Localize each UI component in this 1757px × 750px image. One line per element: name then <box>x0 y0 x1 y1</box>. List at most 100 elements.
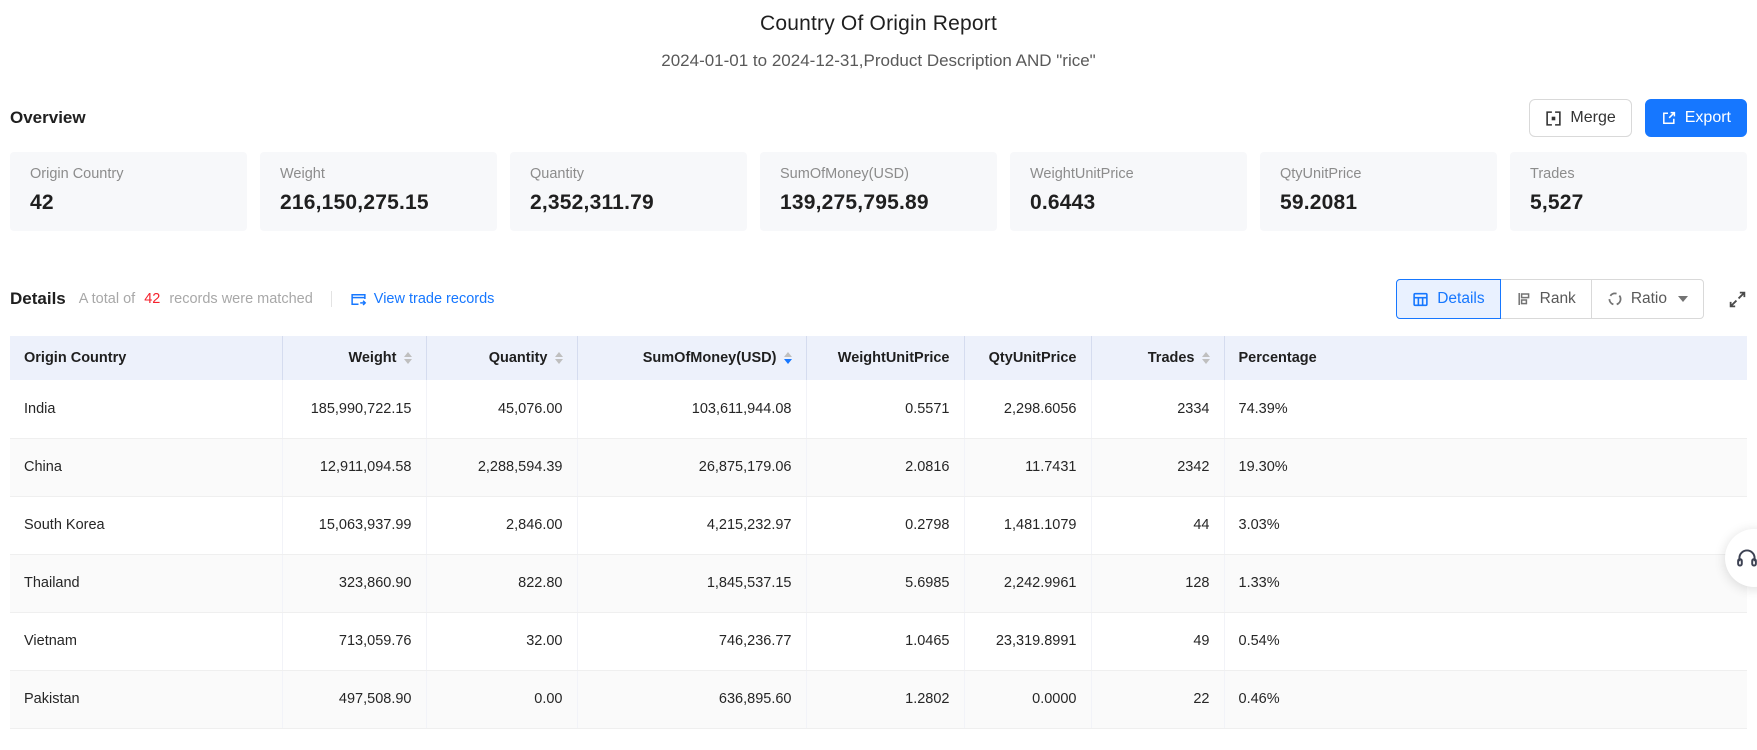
sort-icon[interactable] <box>783 351 792 365</box>
column-label: Origin Country <box>24 350 127 366</box>
column-header-weight[interactable]: Weight <box>282 336 427 380</box>
report-subtitle: 2024-01-01 to 2024-12-31,Product Descrip… <box>661 51 1096 70</box>
column-header-percentage: Percentage <box>1224 336 1747 380</box>
stat-card-label: Weight <box>280 166 325 182</box>
cell-qtyunitprice: 23,319.8991 <box>964 612 1092 671</box>
cell-origin-country: Vietnam <box>10 612 283 671</box>
cell-sumofmoney-usd: 4,215,232.97 <box>577 496 807 555</box>
table-row-india[interactable]: India 185,990,722.15 45,076.00 103,611,944.… <box>10 380 1747 439</box>
stat-card-value: 0.6443 <box>1030 191 1096 214</box>
stat-card-value: 5,527 <box>1530 191 1584 214</box>
cell-weightunitprice: 5.6985 <box>806 554 965 613</box>
table-row-thailand[interactable]: Thailand 323,860.90 822.80 1,845,537.15 5.69… <box>10 554 1747 613</box>
sort-icon[interactable] <box>403 351 412 365</box>
stat-card-weight: Weight 216,150,275.15 <box>260 152 497 231</box>
match-suffix: records were matched <box>169 291 313 307</box>
cell-trades: 2342 <box>1091 438 1225 497</box>
column-label: SumOfMoney(USD) <box>642 350 777 366</box>
sort-icon[interactable] <box>1201 351 1210 365</box>
table-row-vietnam[interactable]: Vietnam 713,059.76 32.00 746,236.77 1.0465 23… <box>10 612 1747 671</box>
column-header-origin-country: Origin Country <box>10 336 283 380</box>
stat-card-value: 59.2081 <box>1280 191 1358 214</box>
table-row-china[interactable]: China 12,911,094.58 2,288,594.39 26,875,179… <box>10 438 1747 497</box>
overview-cards: Origin Country 42 Weight 216,150,275.15 … <box>10 152 1747 231</box>
stat-card-label: Quantity <box>530 166 584 182</box>
view-switcher: Details Rank Ratio <box>1396 279 1704 319</box>
details-left: Details A total of 42 records were match… <box>10 289 494 309</box>
cell-qtyunitprice: 11.7431 <box>964 438 1092 497</box>
column-header-quantity[interactable]: Quantity <box>426 336 578 380</box>
overview-bar: Overview Merge Export <box>10 99 1747 137</box>
cell-weightunitprice: 1.2802 <box>806 670 965 729</box>
cell-quantity: 2,288,594.39 <box>426 438 578 497</box>
details-heading: Details <box>10 289 66 308</box>
stat-card-value: 42 <box>30 191 54 214</box>
cell-quantity: 822.80 <box>426 554 578 613</box>
cell-weight: 185,990,722.15 <box>282 380 427 439</box>
cell-percentage: 0.54% <box>1224 612 1747 671</box>
cell-trades: 44 <box>1091 496 1225 555</box>
cell-sumofmoney-usd: 746,236.77 <box>577 612 807 671</box>
cell-sumofmoney-usd: 103,611,944.08 <box>577 380 807 439</box>
cell-quantity: 45,076.00 <box>426 380 578 439</box>
cell-origin-country: South Korea <box>10 496 283 555</box>
table-body: India 185,990,722.15 45,076.00 103,611,944.… <box>10 380 1747 729</box>
rank-icon <box>1516 291 1532 307</box>
column-label: Quantity <box>488 350 548 366</box>
stat-card-label: WeightUnitPrice <box>1030 166 1134 182</box>
chevron-down-icon <box>1678 296 1688 302</box>
cell-qtyunitprice: 0.0000 <box>964 670 1092 729</box>
cell-trades: 22 <box>1091 670 1225 729</box>
stat-card-trades: Trades 5,527 <box>1510 152 1747 231</box>
cell-trades: 49 <box>1091 612 1225 671</box>
tab-ratio[interactable]: Ratio <box>1590 279 1704 319</box>
column-label: Percentage <box>1238 350 1317 366</box>
table-header-row: Origin Country Weight Quantity SumOfMoney(U… <box>10 336 1747 380</box>
cell-percentage: 1.33% <box>1224 554 1747 613</box>
merge-icon <box>1545 110 1562 127</box>
cell-sumofmoney-usd: 26,875,179.06 <box>577 438 807 497</box>
cell-weight: 497,508.90 <box>282 670 427 729</box>
cell-percentage: 74.39% <box>1224 380 1747 439</box>
stat-card-value: 216,150,275.15 <box>280 191 429 214</box>
cell-quantity: 32.00 <box>426 612 578 671</box>
column-header-sumofmoney-usd[interactable]: SumOfMoney(USD) <box>577 336 807 380</box>
export-button[interactable]: Export <box>1644 99 1747 137</box>
fullscreen-button[interactable] <box>1728 290 1747 309</box>
table-view-icon <box>1412 291 1429 308</box>
cell-sumofmoney-usd: 636,895.60 <box>577 670 807 729</box>
stat-card-value: 2,352,311.79 <box>530 191 654 214</box>
cell-origin-country: India <box>10 380 283 439</box>
ratio-icon <box>1607 291 1623 307</box>
fullscreen-icon <box>1728 290 1747 309</box>
tab-details-label: Details <box>1437 290 1485 307</box>
tab-ratio-label: Ratio <box>1630 290 1667 307</box>
tab-rank[interactable]: Rank <box>1499 279 1592 319</box>
stat-card-label: Origin Country <box>30 166 124 182</box>
cell-sumofmoney-usd: 1,845,537.15 <box>577 554 807 613</box>
column-header-trades[interactable]: Trades <box>1091 336 1225 380</box>
stat-card-weightunitprice: WeightUnitPrice 0.6443 <box>1010 152 1247 231</box>
stat-card-label: Trades <box>1530 166 1575 182</box>
view-trade-records-link[interactable]: View trade records <box>350 291 494 308</box>
table-row-south-korea[interactable]: South Korea 15,063,937.99 2,846.00 4,215,23… <box>10 496 1747 555</box>
stat-card-label: QtyUnitPrice <box>1280 166 1362 182</box>
sort-icon[interactable] <box>554 351 563 365</box>
details-table: Origin Country Weight Quantity SumOfMoney(U… <box>10 336 1747 729</box>
cell-qtyunitprice: 2,242.9961 <box>964 554 1092 613</box>
cell-origin-country: Pakistan <box>10 670 283 729</box>
tab-rank-label: Rank <box>1539 290 1576 307</box>
cell-quantity: 0.00 <box>426 670 578 729</box>
tab-details[interactable]: Details <box>1396 279 1501 319</box>
stat-card-value: 139,275,795.89 <box>780 191 929 214</box>
cell-trades: 128 <box>1091 554 1225 613</box>
vertical-divider <box>330 291 332 307</box>
cell-weightunitprice: 1.0465 <box>806 612 965 671</box>
merge-button-label: Merge <box>1570 109 1616 126</box>
table-row-pakistan[interactable]: Pakistan 497,508.90 0.00 636,895.60 1.2802 0.… <box>10 670 1747 729</box>
column-header-weightunitprice: WeightUnitPrice <box>806 336 965 380</box>
merge-button[interactable]: Merge <box>1529 99 1632 137</box>
column-label: Weight <box>348 350 397 366</box>
cell-weight: 323,860.90 <box>282 554 427 613</box>
headset-icon <box>1734 545 1757 571</box>
